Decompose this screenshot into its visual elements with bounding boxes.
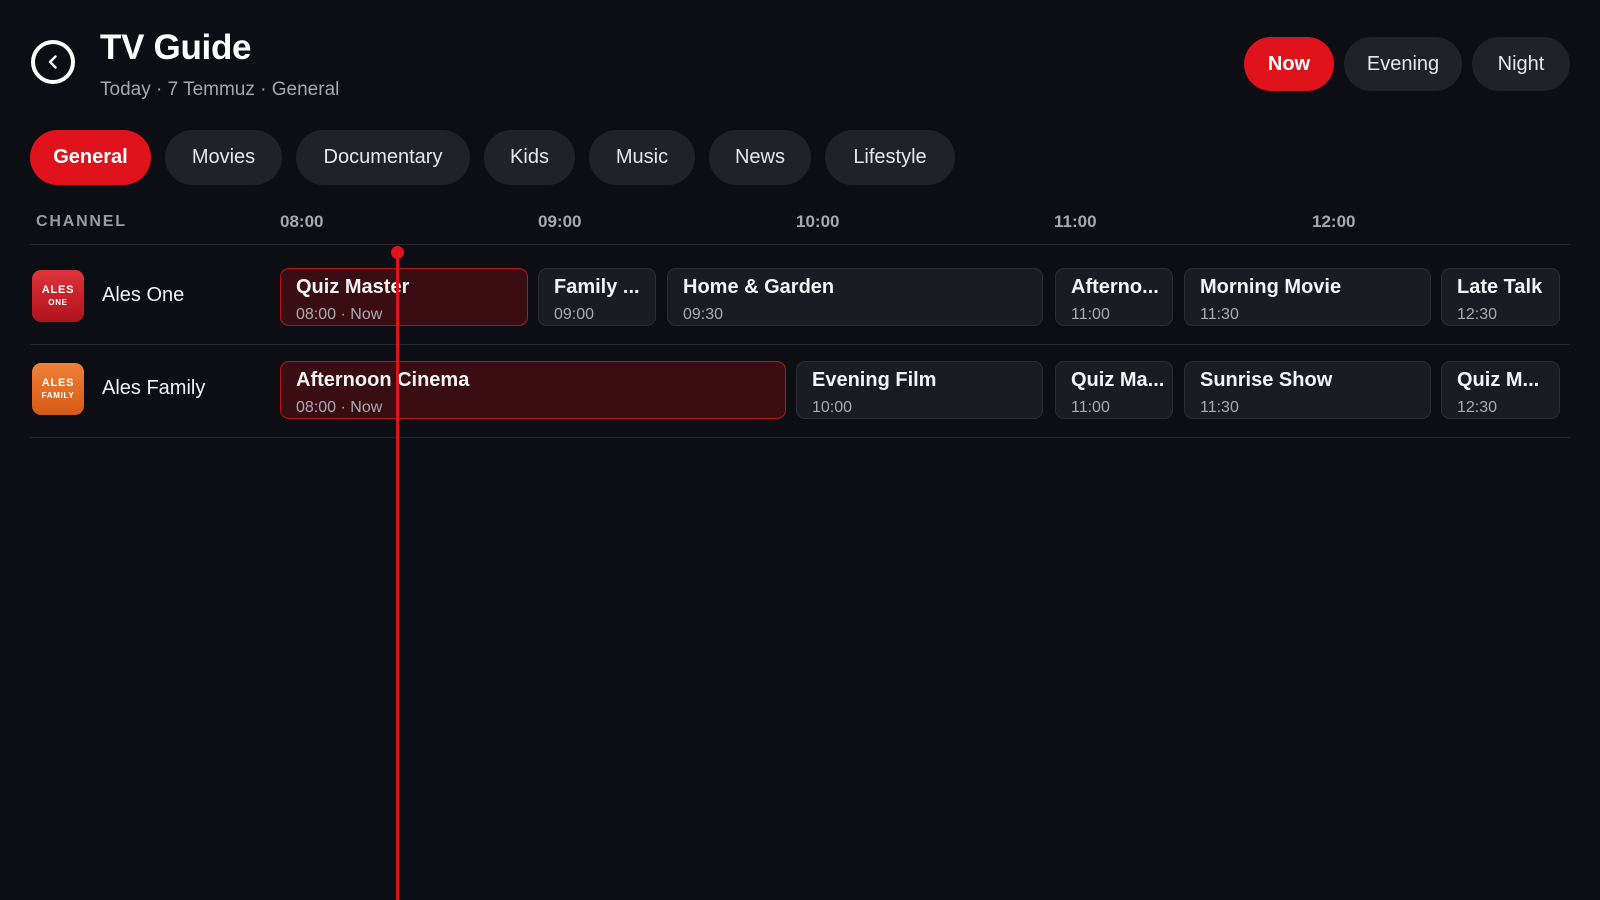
category-kids[interactable]: Kids xyxy=(484,130,575,185)
category-movies[interactable]: Movies xyxy=(165,130,282,185)
program-card[interactable]: Home & Garden 09:30 xyxy=(667,268,1043,326)
time-filter-tabs: Now Evening Night xyxy=(1244,37,1570,91)
program-title: Family ... xyxy=(554,276,640,298)
page-title: TV Guide xyxy=(100,28,252,67)
program-time: 10:00 xyxy=(812,399,853,416)
channel-logo-text: ALES xyxy=(41,284,75,296)
channel-name[interactable]: Ales Family xyxy=(102,377,205,400)
category-lifestyle[interactable]: Lifestyle xyxy=(825,130,955,185)
program-card[interactable]: Evening Film 10:00 xyxy=(796,361,1043,419)
program-card[interactable]: Quiz Ma... 11:00 xyxy=(1055,361,1173,419)
program-time: 12:30 xyxy=(1457,306,1498,323)
program-title: Afterno... xyxy=(1071,276,1159,298)
program-time: 09:30 xyxy=(683,306,724,323)
tab-night[interactable]: Night xyxy=(1472,37,1570,91)
channel-row-ales-one: ALES ONE Ales One Quiz Master 08:00 · No… xyxy=(30,244,1570,337)
page-subtitle: Today · 7 Temmuz · General xyxy=(100,79,340,100)
channel-logo-subtext: ONE xyxy=(48,298,68,307)
row-divider xyxy=(30,437,1570,438)
program-title: Evening Film xyxy=(812,369,937,391)
program-time: 08:00 · Now xyxy=(296,399,383,416)
time-tick: 09:00 xyxy=(538,212,582,231)
channel-logo-text: ALES xyxy=(41,377,75,389)
time-tick: 12:00 xyxy=(1312,212,1356,231)
time-tick: 08:00 xyxy=(280,212,324,231)
program-title: Morning Movie xyxy=(1200,276,1342,298)
channel-column-header: CHANNEL xyxy=(36,213,127,230)
program-time: 11:30 xyxy=(1200,399,1239,416)
program-title: Quiz M... xyxy=(1457,369,1540,391)
current-time-line xyxy=(396,252,399,900)
program-title: Afternoon Cinema xyxy=(296,369,470,391)
program-time: 11:00 xyxy=(1071,399,1110,416)
program-title: Sunrise Show xyxy=(1200,369,1333,391)
program-time: 08:00 · Now xyxy=(296,306,383,323)
program-card[interactable]: Quiz Master 08:00 · Now xyxy=(280,268,528,326)
program-card[interactable]: Sunrise Show 11:30 xyxy=(1184,361,1431,419)
category-news[interactable]: News xyxy=(709,130,811,185)
channel-logo[interactable]: ALES ONE xyxy=(32,270,84,322)
tv-guide-screen: TV Guide Today · 7 Temmuz · General Now … xyxy=(0,0,1600,900)
category-general[interactable]: General xyxy=(30,130,151,185)
program-time: 11:00 xyxy=(1071,306,1110,323)
time-tick: 11:00 xyxy=(1054,212,1097,231)
back-button[interactable] xyxy=(31,40,75,84)
time-tick: 10:00 xyxy=(796,212,840,231)
program-time: 09:00 xyxy=(554,306,595,323)
program-card[interactable]: Afternoon Cinema 08:00 · Now xyxy=(280,361,786,419)
program-title: Late Talk xyxy=(1457,276,1543,298)
category-music[interactable]: Music xyxy=(589,130,695,185)
category-tabs: General Movies Documentary Kids Music Ne… xyxy=(30,130,955,185)
program-title: Quiz Ma... xyxy=(1071,369,1165,391)
program-time: 12:30 xyxy=(1457,399,1498,416)
program-time: 11:30 xyxy=(1200,306,1239,323)
program-card[interactable]: Late Talk 12:30 xyxy=(1441,268,1560,326)
tab-now[interactable]: Now xyxy=(1244,37,1334,91)
current-time-marker xyxy=(391,246,404,259)
channel-logo[interactable]: ALES FAMILY xyxy=(32,363,84,415)
program-card[interactable]: Quiz M... 12:30 xyxy=(1441,361,1560,419)
program-title: Quiz Master xyxy=(296,276,410,298)
program-card[interactable]: Morning Movie 11:30 xyxy=(1184,268,1431,326)
program-card[interactable]: Family ... 09:00 xyxy=(538,268,656,326)
channel-name[interactable]: Ales One xyxy=(102,284,184,307)
category-documentary[interactable]: Documentary xyxy=(296,130,470,185)
program-title: Home & Garden xyxy=(683,276,835,298)
channel-row-ales-family: ALES FAMILY Ales Family Afternoon Cinema… xyxy=(30,337,1570,430)
program-card[interactable]: Afterno... 11:00 xyxy=(1055,268,1173,326)
chevron-left-icon xyxy=(48,55,57,69)
channel-logo-subtext: FAMILY xyxy=(41,391,75,400)
tab-evening[interactable]: Evening xyxy=(1344,37,1462,91)
